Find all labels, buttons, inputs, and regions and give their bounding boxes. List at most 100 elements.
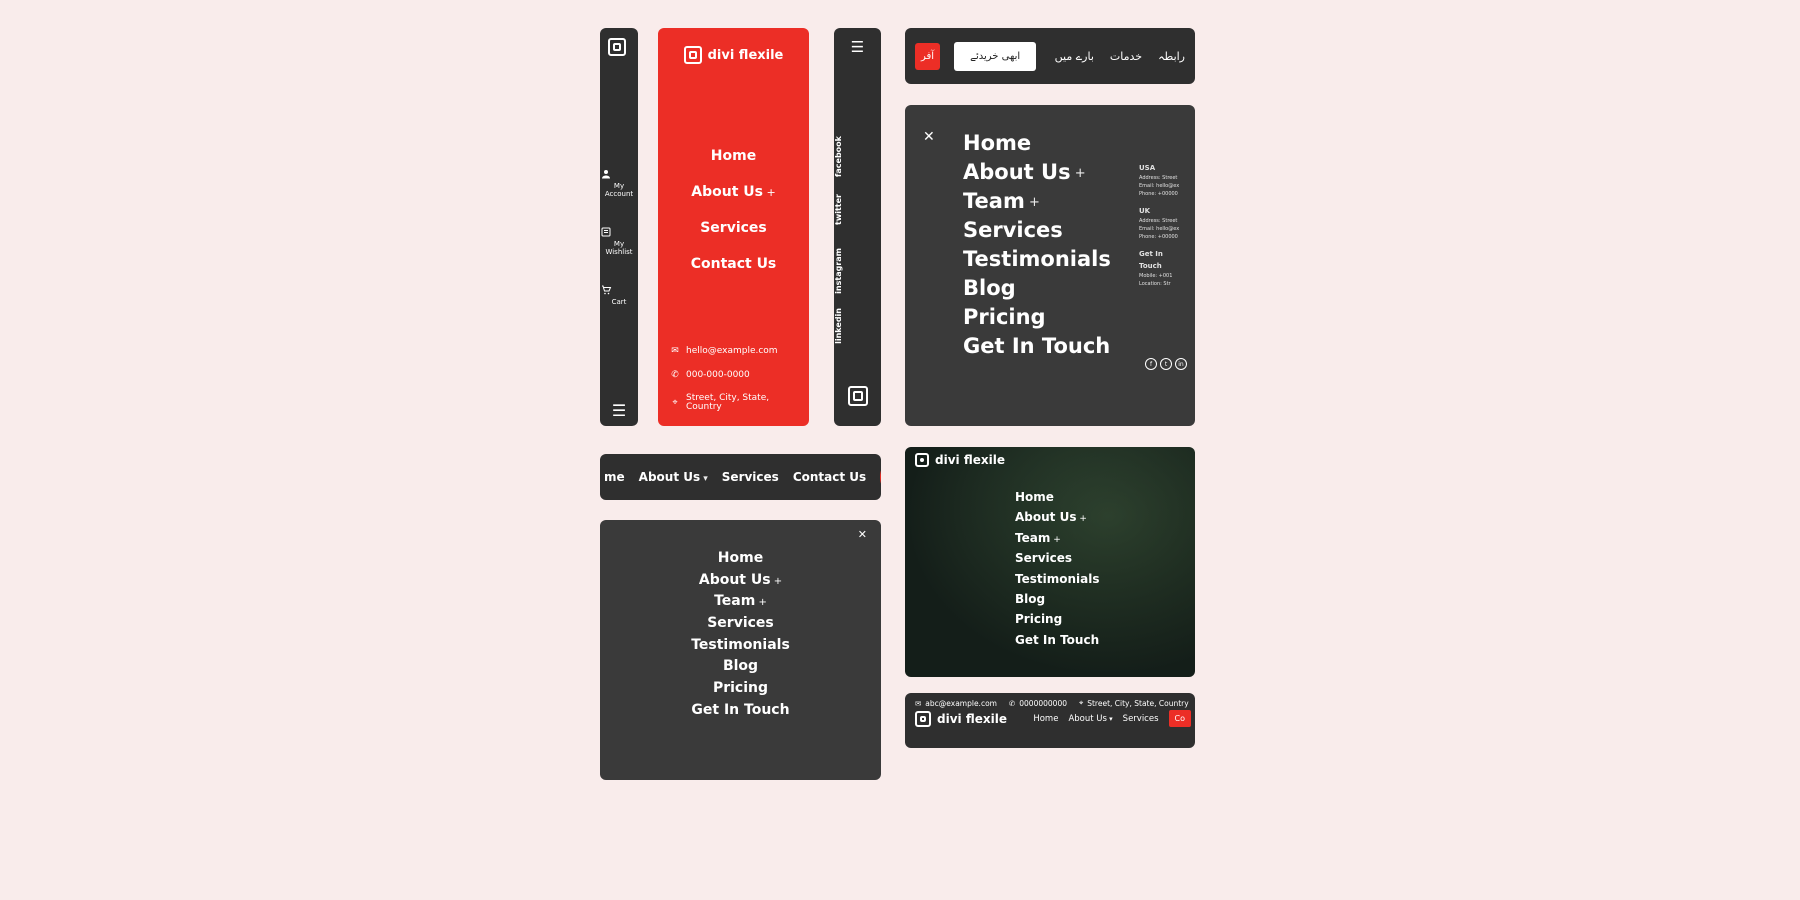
close-icon[interactable]: ✕ [858, 528, 867, 541]
social-row: f t in [1145, 358, 1187, 370]
sidebar-item-label: My Account [605, 182, 633, 198]
social-link-facebook[interactable]: facebook [834, 136, 881, 177]
info-line: Address: Street [1139, 174, 1187, 182]
info-line: Address: Street [1139, 217, 1187, 225]
contact-email[interactable]: ✉ hello@example.com [670, 346, 801, 356]
nav-item[interactable]: Services [600, 613, 881, 635]
nav-list: Home About Us Services Contact Us [658, 148, 809, 292]
nav-item[interactable]: Blog [600, 656, 881, 678]
nav-item[interactable]: رابطہ [1158, 50, 1185, 63]
nav-item[interactable]: About Us [1015, 507, 1099, 527]
info-line: Email: hello@ex [1139, 225, 1187, 233]
nav-item[interactable]: Get In Touch [600, 700, 881, 722]
nav-item[interactable]: Get In Touch [963, 332, 1169, 361]
mega-menu: ✕ Home About Us Team Services Testimonia… [905, 105, 1195, 426]
nav-item[interactable]: Services [1015, 548, 1099, 568]
slim-social-rail: ☰ facebook twitter instagram linkedin [834, 28, 881, 426]
sidebar-item-wishlist[interactable]: My Wishlist [600, 226, 638, 256]
social-link-linkedin[interactable]: linkedin [834, 308, 881, 344]
cta-button[interactable]: Co [1169, 710, 1191, 727]
nav-row: divi flexile Home About Us Services Co [905, 710, 1195, 731]
nav-item[interactable]: Team [600, 591, 881, 613]
nav-item[interactable]: Home [658, 148, 809, 164]
info-line: Phone: +00000 [1139, 233, 1187, 241]
nav-item[interactable]: Pricing [1015, 609, 1099, 629]
nav-item[interactable]: Home [1015, 487, 1099, 507]
facebook-icon[interactable]: f [1145, 358, 1157, 370]
nav-item[interactable]: Home [963, 129, 1169, 158]
nav-list: رابطہ خدمات بارے میں [1055, 50, 1185, 63]
phone-icon: ✆ [670, 370, 680, 380]
nav-item[interactable]: Testimonials [600, 635, 881, 657]
linkedin-icon[interactable]: in [1175, 358, 1187, 370]
footer-navbar: ✉abc@example.com ✆0000000000 ⌖Street, Ci… [905, 693, 1195, 748]
nav-item[interactable]: Testimonials [1015, 569, 1099, 589]
list-icon [600, 226, 638, 238]
navbar-horizontal: me About Us Services Contact Us [600, 454, 881, 500]
brand-logo-icon [915, 453, 929, 467]
nav-item[interactable]: Contact Us [658, 256, 809, 272]
nav-item[interactable]: Services [658, 220, 809, 236]
hamburger-icon[interactable]: ☰ [834, 38, 881, 56]
nav-item[interactable]: Get In Touch [1015, 630, 1099, 650]
info-line: Location: Str [1139, 280, 1187, 288]
close-icon[interactable]: ✕ [923, 129, 935, 145]
nav-item[interactable]: me [604, 470, 625, 484]
nav-list: Home About Us Team Services Testimonials… [1015, 487, 1099, 650]
contact-address[interactable]: ⌖Street, City, State, Country [1079, 698, 1189, 708]
nav-item[interactable]: Home [1033, 714, 1058, 724]
nav-item[interactable]: About Us [658, 184, 809, 200]
region-heading: UK [1139, 206, 1187, 217]
brand-name: divi flexile [935, 453, 1005, 467]
pin-icon: ⌖ [1079, 698, 1083, 708]
sidebar-item-label: Cart [612, 298, 627, 306]
contact-email[interactable]: ✉abc@example.com [915, 699, 997, 708]
hamburger-icon[interactable]: ☰ [600, 401, 638, 420]
sidebar-mini: My Account My Wishlist Cart ☰ [600, 28, 638, 426]
sidebar-item-cart[interactable]: Cart [600, 284, 638, 306]
contact-phone[interactable]: ✆ 000-000-0000 [670, 370, 801, 380]
brand-logo-icon [684, 46, 702, 64]
mail-icon: ✉ [670, 346, 680, 356]
buy-now-button[interactable]: ابھی خریدئے [954, 42, 1036, 71]
nav-item[interactable]: Home [600, 548, 881, 570]
social-link-instagram[interactable]: instagram [834, 248, 881, 294]
nav-item[interactable]: Services [1123, 714, 1159, 724]
sidebar-item-label: My Wishlist [605, 240, 632, 256]
info-line: Email: hello@ex [1139, 182, 1187, 190]
info-line: Phone: +00000 [1139, 190, 1187, 198]
nav-item[interactable]: Pricing [963, 303, 1169, 332]
contact-info-column: USA Address: Street Email: hello@ex Phon… [1139, 163, 1187, 288]
nav-item[interactable]: Services [722, 470, 779, 484]
nav-item[interactable]: بارے میں [1055, 50, 1094, 63]
nav-item[interactable]: Pricing [600, 678, 881, 700]
sidebar-item-account[interactable]: My Account [600, 168, 638, 198]
nav-item[interactable]: About Us [639, 470, 708, 484]
contact-address[interactable]: ⌖ Street, City, State, Country [670, 394, 801, 412]
hero-photo-menu: divi flexile Home About Us Team Services… [905, 447, 1195, 677]
nav-item[interactable]: Team [1015, 528, 1099, 548]
offer-tag[interactable]: آفر [915, 43, 940, 70]
info-line: Mobile: +001 [1139, 272, 1187, 280]
twitter-icon[interactable]: t [1160, 358, 1172, 370]
contact-phone[interactable]: ✆0000000000 [1009, 699, 1067, 708]
nav-item[interactable]: About Us [1068, 714, 1112, 724]
user-icon [600, 168, 638, 180]
touch-heading: Get In Touch [1139, 249, 1187, 271]
brand-logo-icon [915, 711, 931, 727]
nav-item[interactable]: Contact Us [793, 470, 866, 484]
brand-logo-icon[interactable] [848, 386, 868, 406]
cart-button[interactable] [880, 465, 881, 489]
brand[interactable]: divi flexile [915, 453, 1005, 467]
nav-item[interactable]: Blog [1015, 589, 1099, 609]
brand[interactable]: divi flexile [658, 46, 809, 64]
brand-logo-icon[interactable] [608, 38, 626, 56]
nav-item[interactable]: About Us [600, 570, 881, 592]
brand[interactable]: divi flexile [915, 711, 1007, 727]
brand-name: divi flexile [708, 48, 784, 63]
contact-row: ✉abc@example.com ✆0000000000 ⌖Street, Ci… [905, 693, 1195, 710]
contact-list: ✉ hello@example.com ✆ 000-000-0000 ⌖ Str… [670, 346, 801, 412]
nav-item[interactable]: خدمات [1110, 50, 1142, 63]
social-link-twitter[interactable]: twitter [834, 194, 881, 225]
nav-list: Home About Us Team Services Testimonials… [600, 548, 881, 722]
